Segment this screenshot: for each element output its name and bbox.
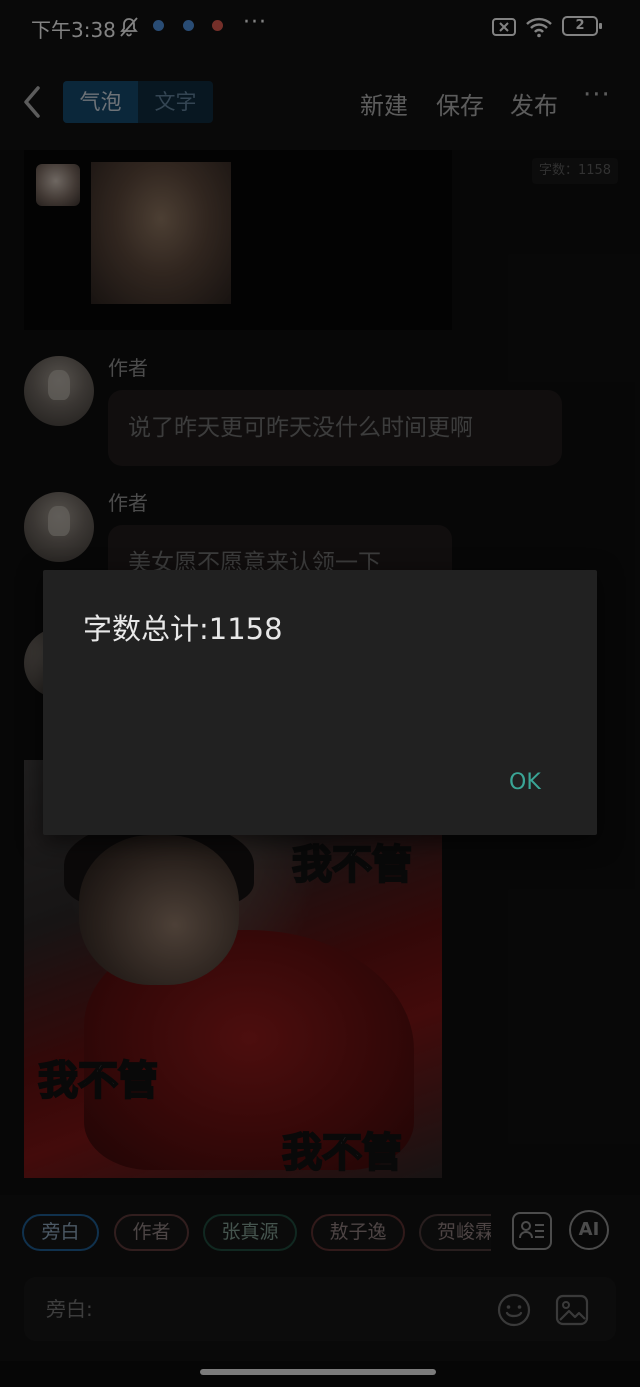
screen: 下午3:38 ··· 2 气泡 文字 新建 保存 发布 ··· 字数：1158 …	[0, 0, 640, 1387]
word-count-dialog: 字数总计:1158 OK	[43, 570, 597, 835]
ok-button[interactable]: OK	[509, 770, 541, 795]
dialog-message: 字数总计:1158	[83, 612, 283, 646]
